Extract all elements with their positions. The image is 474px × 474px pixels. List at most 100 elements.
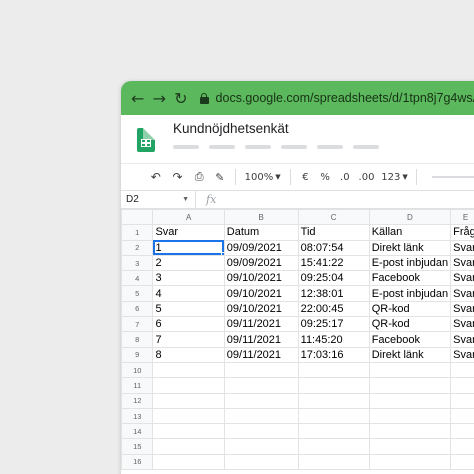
- cell[interactable]: [152, 453, 225, 471]
- cell[interactable]: Svar: [450, 270, 474, 287]
- cell[interactable]: 08:07:54: [297, 239, 370, 256]
- cell[interactable]: Direkt länk: [368, 346, 452, 363]
- decrease-decimal-button[interactable]: .0: [335, 167, 355, 187]
- cell[interactable]: Facebook: [368, 331, 452, 348]
- cell[interactable]: [450, 423, 474, 440]
- paint-format-icon[interactable]: ✎: [210, 167, 230, 187]
- cell[interactable]: Datum: [223, 224, 299, 241]
- menu-item[interactable]: [209, 145, 235, 149]
- cell[interactable]: Svar: [450, 285, 474, 302]
- cell[interactable]: 6: [152, 316, 225, 333]
- cell[interactable]: Svar: [450, 300, 474, 318]
- cell[interactable]: [368, 361, 452, 379]
- row-header[interactable]: 1: [121, 224, 154, 241]
- cell[interactable]: 22:00:45: [297, 300, 370, 318]
- cell[interactable]: [297, 407, 370, 425]
- column-header[interactable]: B: [223, 208, 299, 226]
- cell[interactable]: [450, 392, 474, 409]
- font-select-placeholder[interactable]: [431, 176, 474, 178]
- cell[interactable]: 3: [152, 270, 225, 287]
- column-header[interactable]: C: [297, 208, 370, 226]
- cell[interactable]: [368, 407, 452, 425]
- row-header[interactable]: 3: [121, 254, 154, 272]
- cell[interactable]: [297, 423, 370, 440]
- cell[interactable]: 11:45:20: [297, 331, 370, 348]
- row-header[interactable]: 7: [121, 316, 154, 333]
- row-header[interactable]: 14: [121, 423, 154, 440]
- cell[interactable]: 4: [152, 285, 225, 302]
- cell[interactable]: [450, 407, 474, 425]
- cell[interactable]: Svar: [450, 346, 474, 363]
- cell[interactable]: [152, 377, 225, 394]
- cell[interactable]: [450, 438, 474, 455]
- cell[interactable]: Svar: [152, 224, 225, 241]
- cell[interactable]: Svar: [450, 254, 474, 272]
- column-header[interactable]: D: [368, 208, 452, 226]
- cell[interactable]: [152, 407, 225, 425]
- column-header[interactable]: A: [152, 208, 225, 226]
- fill-handle[interactable]: [220, 251, 224, 255]
- cell[interactable]: [450, 377, 474, 394]
- cell[interactable]: Svar: [450, 316, 474, 333]
- cell[interactable]: [368, 377, 452, 394]
- cell[interactable]: Källan: [368, 224, 452, 241]
- menu-item[interactable]: [281, 145, 307, 149]
- cell[interactable]: Svar: [450, 331, 474, 348]
- cell[interactable]: [297, 377, 370, 394]
- cell[interactable]: Facebook: [368, 270, 452, 287]
- document-title[interactable]: Kundnöjdhetsenkät: [173, 121, 289, 136]
- print-icon[interactable]: ⎙: [188, 167, 210, 187]
- cell[interactable]: QR-kod: [368, 316, 452, 333]
- cell[interactable]: Svar: [450, 239, 474, 256]
- cell[interactable]: 09/11/2021: [223, 346, 299, 363]
- cell[interactable]: 12:38:01: [297, 285, 370, 302]
- cell[interactable]: [297, 453, 370, 471]
- undo-icon[interactable]: ↶: [145, 167, 167, 187]
- currency-button[interactable]: €: [296, 167, 316, 187]
- cell[interactable]: [223, 392, 299, 409]
- cell[interactable]: 09:25:17: [297, 316, 370, 333]
- row-header[interactable]: 6: [121, 300, 154, 318]
- row-header[interactable]: 15: [121, 438, 154, 455]
- zoom-select[interactable]: 100% ▼: [241, 167, 285, 187]
- reload-icon[interactable]: ↻: [170, 89, 192, 108]
- row-header[interactable]: 2: [121, 239, 154, 256]
- cell[interactable]: 8: [152, 346, 225, 363]
- menu-item[interactable]: [173, 145, 199, 149]
- cell[interactable]: 15:41:22: [297, 254, 370, 272]
- row-header[interactable]: 16: [121, 453, 154, 471]
- cell[interactable]: [297, 392, 370, 409]
- column-header[interactable]: E: [450, 208, 474, 226]
- cell[interactable]: [368, 392, 452, 409]
- forward-icon[interactable]: →: [149, 89, 171, 108]
- cell[interactable]: [297, 438, 370, 455]
- cell[interactable]: 09/10/2021: [223, 285, 299, 302]
- cell[interactable]: QR-kod: [368, 300, 452, 318]
- cell[interactable]: [223, 453, 299, 471]
- cell[interactable]: [152, 392, 225, 409]
- cell[interactable]: [223, 377, 299, 394]
- cell[interactable]: [368, 438, 452, 455]
- redo-icon[interactable]: ↷: [167, 167, 189, 187]
- menu-item[interactable]: [353, 145, 379, 149]
- cell[interactable]: 09/11/2021: [223, 331, 299, 348]
- row-header[interactable]: 9: [121, 346, 154, 363]
- name-box[interactable]: D2 ▼: [121, 191, 196, 208]
- cell[interactable]: [297, 361, 370, 379]
- row-header[interactable]: 13: [121, 407, 154, 425]
- cell[interactable]: Tid: [297, 224, 370, 241]
- row-header[interactable]: 4: [121, 270, 154, 287]
- percent-button[interactable]: %: [315, 167, 335, 187]
- cell[interactable]: 09/11/2021: [223, 316, 299, 333]
- cell[interactable]: 7: [152, 331, 225, 348]
- cell[interactable]: Direkt länk: [368, 239, 452, 256]
- cell[interactable]: [450, 453, 474, 471]
- row-header[interactable]: 11: [121, 377, 154, 394]
- cell[interactable]: [223, 438, 299, 455]
- menu-item[interactable]: [245, 145, 271, 149]
- cell[interactable]: Fråg: [450, 224, 474, 241]
- cell[interactable]: [223, 361, 299, 379]
- cell[interactable]: [223, 407, 299, 425]
- cell[interactable]: E-post inbjudan: [368, 254, 452, 272]
- more-formats-select[interactable]: 123 ▼: [378, 167, 410, 187]
